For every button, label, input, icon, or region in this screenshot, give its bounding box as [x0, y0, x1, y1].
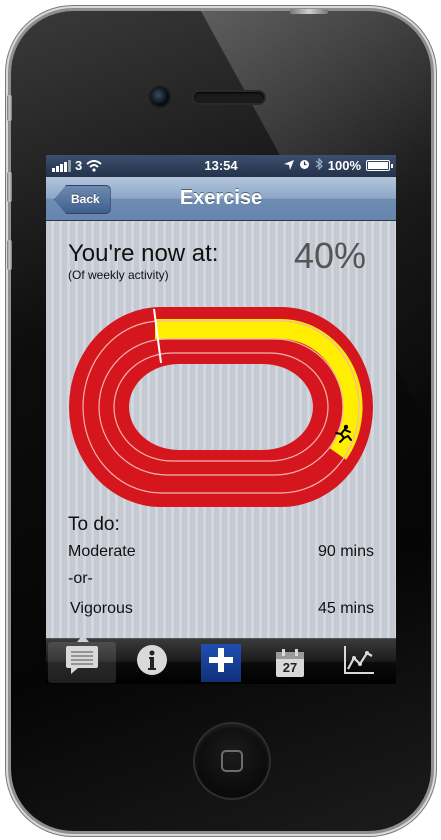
bluetooth-icon — [315, 157, 323, 173]
moderate-label: Moderate — [68, 543, 136, 560]
tab-calendar[interactable]: 27 — [256, 642, 324, 683]
calendar-icon: 27 — [275, 648, 305, 678]
home-button[interactable] — [195, 724, 269, 798]
progress-subline: (Of weekly activity) — [68, 268, 169, 282]
tab-chart[interactable] — [325, 642, 393, 683]
sleep-button[interactable] — [290, 9, 328, 14]
tab-pointer — [77, 635, 89, 642]
vigorous-label: Vigorous — [70, 600, 133, 617]
location-arrow-icon — [283, 158, 294, 173]
screen: 3 13:54 100% Back Exercise You're now at… — [46, 155, 396, 684]
tab-info[interactable] — [118, 642, 186, 683]
battery-icon — [366, 160, 393, 171]
vigorous-value: 45 mins — [317, 600, 374, 617]
volume-up-button[interactable] — [7, 172, 12, 202]
earpiece-speaker — [194, 92, 264, 103]
mute-switch[interactable] — [7, 95, 12, 121]
moderate-value: 90 mins — [317, 543, 374, 560]
volume-down-button[interactable] — [7, 240, 12, 270]
status-right: 100% — [283, 157, 393, 173]
exercise-content: You're now at: (Of weekly activity) 40% … — [46, 221, 396, 638]
add-tile — [201, 643, 241, 682]
plus-icon — [209, 648, 233, 677]
info-icon — [136, 644, 168, 681]
tab-add[interactable] — [187, 642, 255, 683]
page-title: Exercise — [179, 187, 263, 209]
todo-row-vigorous: Vigorous 45 mins — [70, 600, 374, 618]
todo-row-moderate: Moderate 90 mins — [68, 543, 374, 561]
chart-icon — [343, 645, 375, 680]
battery-percent: 100% — [327, 158, 361, 173]
navigation-bar: Back Exercise — [46, 177, 396, 221]
running-track — [69, 307, 373, 507]
or-label: -or- — [68, 570, 93, 587]
progress-headline: You're now at: — [68, 240, 219, 267]
calendar-day: 27 — [282, 659, 298, 675]
notes-icon — [65, 645, 99, 680]
status-bar: 3 13:54 100% — [46, 155, 396, 177]
progress-percent: 40% — [293, 235, 366, 276]
tab-notes[interactable] — [48, 635, 116, 683]
front-camera — [151, 88, 169, 106]
todo-row-or: -or- — [68, 570, 374, 588]
alarm-clock-icon — [299, 158, 310, 173]
todo-title: To do: — [68, 514, 120, 535]
tab-bar: 27 — [46, 635, 396, 684]
home-square-icon — [221, 750, 243, 772]
